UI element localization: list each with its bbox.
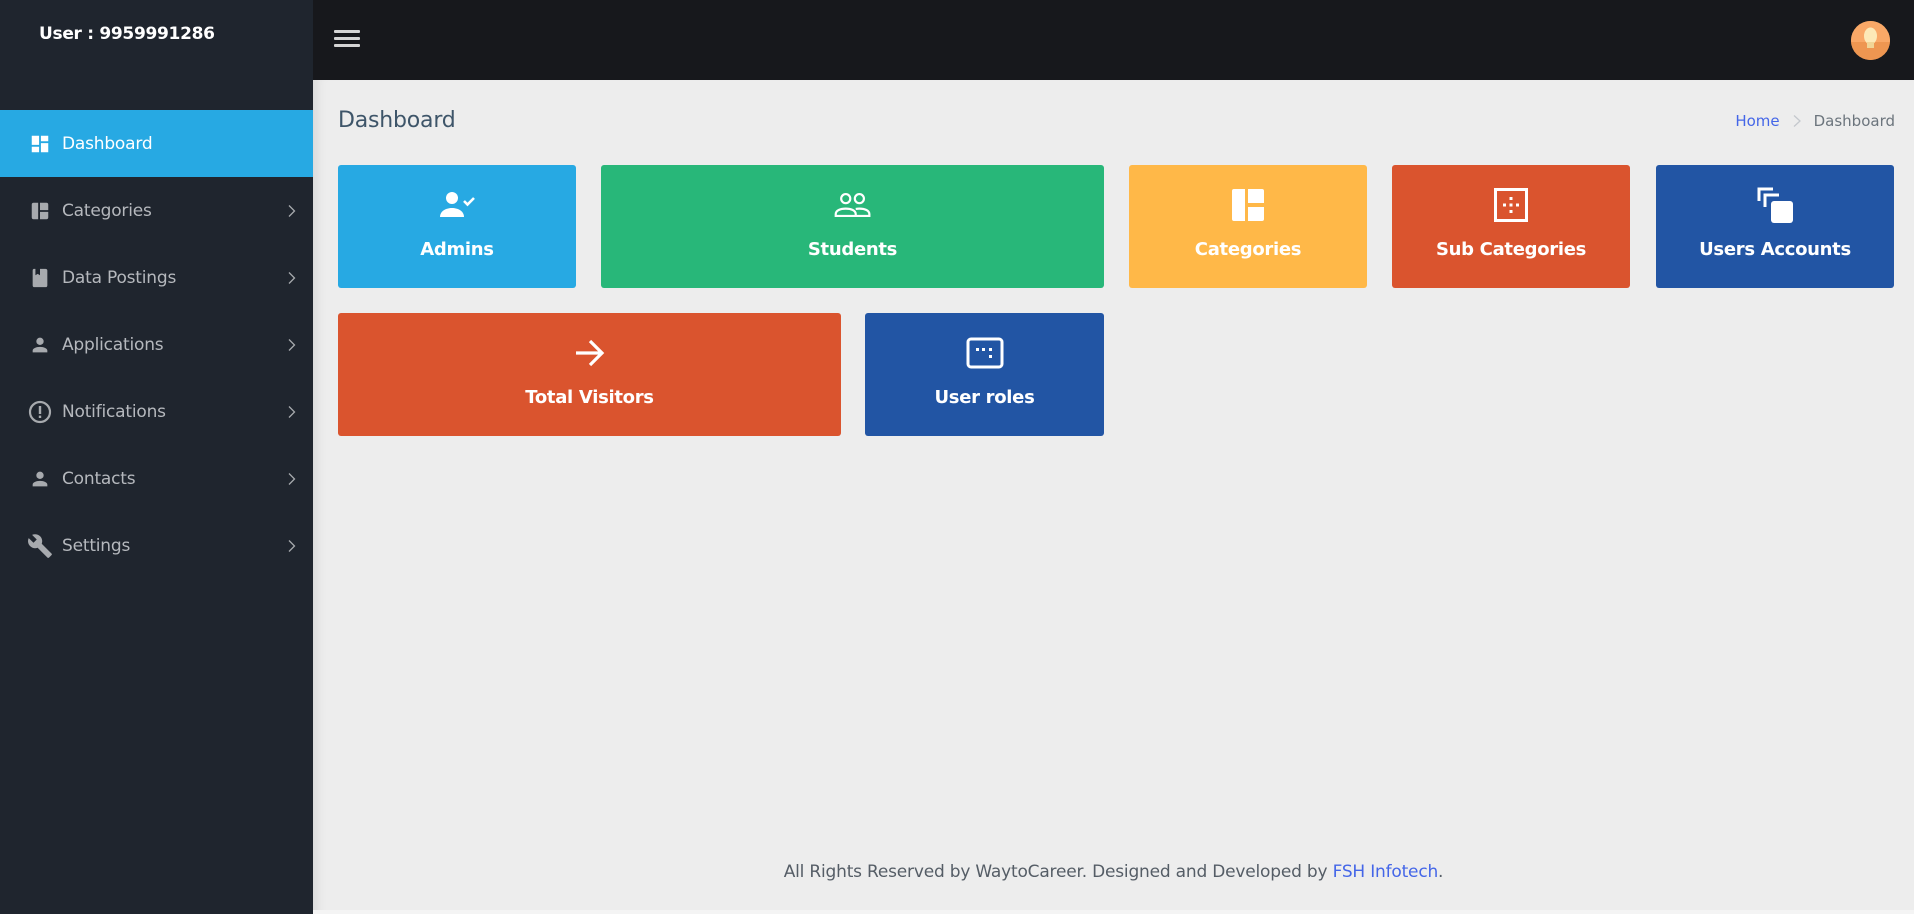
card-title: Total Visitors: [525, 387, 654, 408]
sidebar-nav: Dashboard Categories Data Postings Appli…: [0, 110, 313, 579]
sidebar-item-label: Applications: [62, 334, 164, 355]
sidebar: User : 9959991286 Dashboard Categories D…: [0, 0, 313, 914]
sidebar-item-dashboard[interactable]: Dashboard: [0, 110, 313, 177]
card-user-roles[interactable]: User roles: [865, 313, 1104, 436]
sidebar-item-label: Categories: [62, 200, 152, 221]
arrow-right-icon: [570, 333, 610, 373]
main-content: Dashboard Home Dashboard Admins Students…: [313, 80, 1914, 914]
breadcrumb-home-link[interactable]: Home: [1735, 112, 1779, 130]
sidebar-item-applications[interactable]: Applications: [0, 311, 313, 378]
chevron-right-icon: [288, 271, 296, 284]
card-title: Sub Categories: [1435, 239, 1587, 260]
sidebar-item-label: Settings: [62, 535, 131, 556]
account-multiple-outline-icon: [833, 185, 873, 225]
footer-link-fsh-infotech[interactable]: FSH Infotech: [1333, 862, 1439, 882]
user-label: User : 9959991286: [39, 24, 215, 44]
wrench-icon: [27, 533, 53, 559]
card-title: Admins: [420, 239, 494, 260]
sidebar-item-label: Data Postings: [62, 267, 177, 288]
keyboard-dots-icon: [965, 333, 1005, 373]
breadcrumb-separator-icon: [1793, 115, 1801, 127]
chevron-right-icon: [288, 472, 296, 485]
border-inside-icon: [1491, 185, 1531, 225]
sidebar-item-settings[interactable]: Settings: [0, 512, 313, 579]
breadcrumb: Home Dashboard: [1735, 112, 1895, 130]
sidebar-item-notifications[interactable]: Notifications: [0, 378, 313, 445]
card-title: Users Accounts: [1699, 239, 1851, 260]
card-sub-categories[interactable]: Sub Categories: [1392, 165, 1630, 288]
bottom-strip: [313, 910, 1914, 914]
card-total-visitors[interactable]: Total Visitors: [338, 313, 841, 436]
alert-circle-icon: [27, 399, 53, 425]
dashboard-icon: [27, 131, 53, 157]
card-title: Categories: [1194, 239, 1302, 260]
card-categories[interactable]: Categories: [1129, 165, 1367, 288]
bookmark-book-icon: [27, 265, 53, 291]
sidebar-item-categories[interactable]: Categories: [0, 177, 313, 244]
card-students[interactable]: Students: [601, 165, 1104, 288]
user-avatar[interactable]: [1851, 21, 1890, 60]
footer-text: All Rights Reserved by WaytoCareer. Desi…: [783, 862, 1333, 882]
footer-end: .: [1438, 862, 1444, 882]
sidebar-item-data-postings[interactable]: Data Postings: [0, 244, 313, 311]
sidebar-item-label: Notifications: [62, 401, 166, 422]
chevron-right-icon: [288, 338, 296, 351]
copy-stack-icon: [1755, 185, 1795, 225]
footer: All Rights Reserved by WaytoCareer. Desi…: [313, 862, 1914, 882]
breadcrumb-current: Dashboard: [1813, 112, 1895, 130]
card-admins[interactable]: Admins: [338, 165, 576, 288]
chevron-right-icon: [288, 539, 296, 552]
user-icon: [27, 332, 53, 358]
layout-icon: [27, 198, 53, 224]
topbar: [313, 0, 1914, 80]
card-title: User roles: [934, 387, 1035, 408]
page-title: Dashboard: [338, 108, 456, 133]
account-check-icon: [437, 185, 477, 225]
card-users-accounts[interactable]: Users Accounts: [1656, 165, 1894, 288]
card-title: Students: [807, 239, 898, 260]
chevron-right-icon: [288, 204, 296, 217]
hamburger-icon[interactable]: [334, 30, 360, 50]
sidebar-item-contacts[interactable]: Contacts: [0, 445, 313, 512]
chevron-right-icon: [288, 405, 296, 418]
sidebar-item-label: Dashboard: [62, 133, 153, 154]
layout-icon: [1228, 185, 1268, 225]
user-icon: [27, 466, 53, 492]
sidebar-item-label: Contacts: [62, 468, 136, 489]
